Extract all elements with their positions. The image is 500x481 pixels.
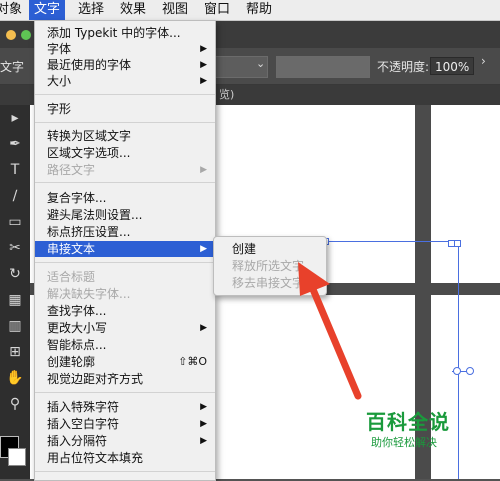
watermark-subtitle: 助你轻松解决	[371, 436, 437, 449]
watermark-title: 百科全说	[366, 410, 450, 434]
